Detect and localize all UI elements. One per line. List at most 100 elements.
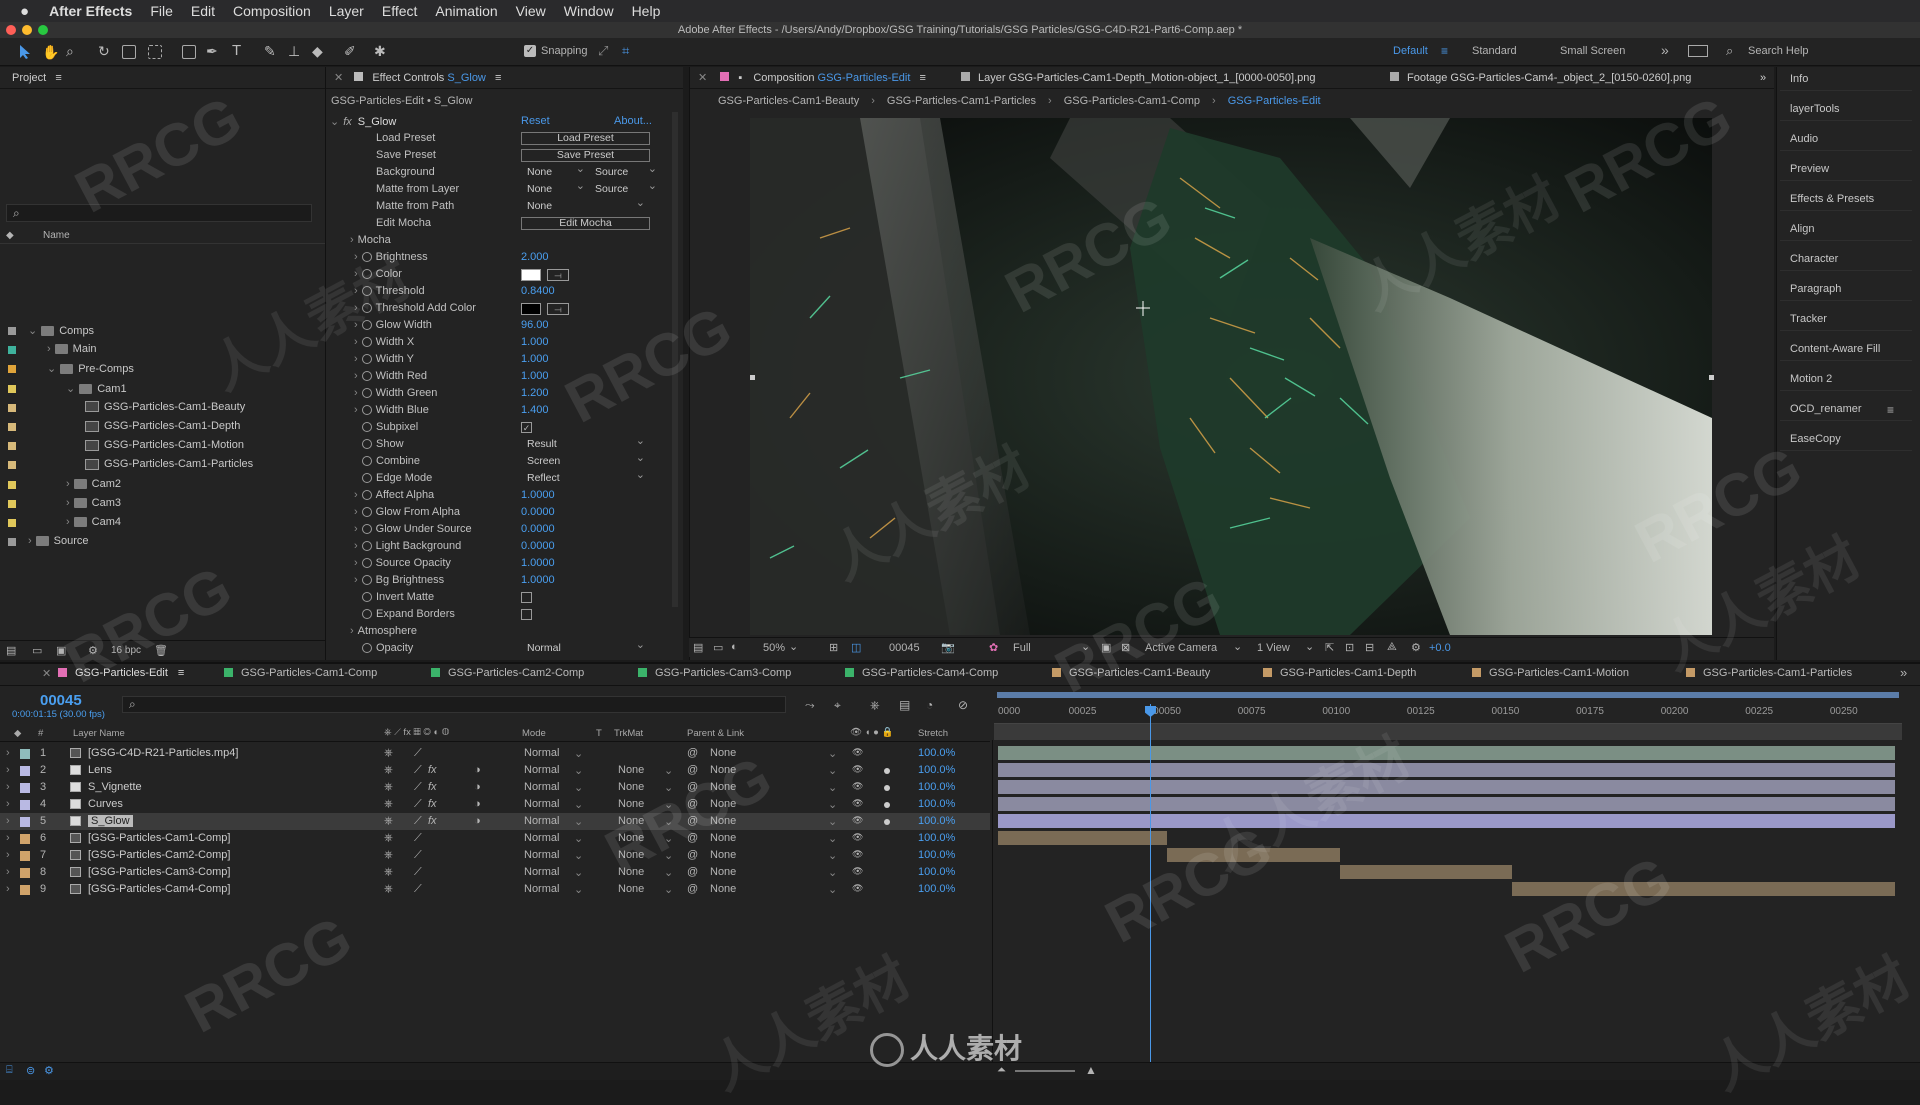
chevron-down-icon[interactable]: ⌄ [664, 815, 673, 828]
view-layout-dropdown[interactable]: 1 View [1257, 642, 1290, 654]
exposure-value[interactable]: +0.0 [1429, 642, 1451, 654]
toggle-pixel-aspect-icon[interactable]: ⇱ [1325, 641, 1334, 654]
pick-whip-icon[interactable]: @ [687, 781, 698, 793]
parent-dropdown[interactable]: None [710, 815, 736, 827]
effects-switch-icon[interactable]: fx [428, 815, 437, 827]
twirl-closed-icon[interactable]: › [6, 866, 10, 878]
fx-icon[interactable]: fx [343, 116, 352, 128]
twirl-closed-icon[interactable]: › [354, 404, 358, 416]
in-out-toggle-icon[interactable]: ⚙ [44, 1064, 54, 1077]
transfer-controls-toggle-icon[interactable]: ⊜ [26, 1064, 35, 1077]
chevron-down-icon[interactable]: ⌄ [664, 866, 673, 879]
pick-whip-icon[interactable]: @ [687, 815, 698, 827]
panel-menu-icon[interactable]: ≡ [1887, 403, 1894, 417]
stopwatch-icon[interactable] [362, 439, 372, 450]
snapping-checkbox[interactable]: ✓ [524, 45, 536, 57]
twirl-closed-icon[interactable]: › [47, 343, 51, 355]
eyedropper-icon[interactable]: ⟞ [547, 269, 569, 281]
close-window-button[interactable] [6, 25, 16, 35]
project-folder[interactable]: › Main [47, 343, 97, 355]
graph-editor-icon[interactable]: ⊘ [958, 698, 968, 712]
zoom-in-icon[interactable]: ▲ [1085, 1063, 1097, 1077]
effects-switch-icon[interactable]: fx [428, 798, 437, 810]
stopwatch-icon[interactable] [361, 541, 372, 552]
twirl-closed-icon[interactable]: › [6, 781, 10, 793]
blend-mode-dropdown[interactable]: Normal [524, 832, 559, 844]
visibility-eye-icon[interactable]: 👁 [852, 798, 863, 809]
type-tool-icon[interactable]: T [232, 42, 241, 59]
effect-param-value[interactable]: 1.400 [521, 404, 549, 416]
layer-name[interactable]: Lens [88, 764, 112, 776]
twirl-closed-icon[interactable]: › [354, 506, 358, 518]
twirl-open-icon[interactable]: ⌄ [330, 116, 339, 128]
effect-param-value[interactable]: 0.8400 [521, 285, 555, 297]
chevron-down-icon[interactable]: ⌄ [828, 764, 837, 777]
snap-edges-icon[interactable]: ⤢ [598, 43, 608, 59]
zoom-slider[interactable] [1015, 1070, 1075, 1072]
blend-mode-dropdown[interactable]: Normal [524, 798, 559, 810]
chevron-down-icon[interactable]: ⌄ [1081, 640, 1090, 653]
effect-param-value[interactable]: 2.000 [521, 251, 549, 263]
quality-switch-icon[interactable]: ⟋ [414, 781, 422, 794]
rectangle-tool-icon[interactable] [182, 45, 196, 59]
stopwatch-icon[interactable] [362, 609, 372, 620]
project-folder[interactable]: › Source [28, 535, 89, 547]
twirl-closed-icon[interactable]: › [354, 336, 358, 348]
timeline-tab[interactable]: GSG-Particles-Cam4-Comp [845, 667, 998, 679]
chevron-down-icon[interactable]: ⌄ [574, 764, 583, 777]
panel-tab-effects-presets[interactable]: Effects & Presets [1790, 193, 1874, 205]
visibility-eye-icon[interactable]: 👁 [852, 764, 863, 775]
chevron-down-icon[interactable]: ⌄ [574, 815, 583, 828]
project-folder[interactable]: ⌄ Comps [28, 324, 94, 337]
chevron-down-icon[interactable]: ⌄ [664, 832, 673, 845]
label-color-swatch[interactable] [8, 327, 16, 335]
twirl-closed-icon[interactable]: › [6, 883, 10, 895]
twirl-closed-icon[interactable]: › [66, 497, 70, 509]
layer-duration-bar[interactable] [998, 763, 1895, 777]
shy-switch-icon[interactable]: ⎈ [384, 832, 393, 845]
twirl-closed-icon[interactable]: › [6, 764, 10, 776]
label-color-swatch[interactable] [20, 749, 30, 759]
effect-param-dropdown[interactable]: None [527, 162, 587, 179]
twirl-open-icon[interactable]: ⌄ [47, 363, 56, 375]
label-column-icon[interactable]: ◆ [14, 728, 21, 739]
track-matte-dropdown[interactable]: None [618, 798, 644, 810]
panel-tab-tracker[interactable]: Tracker [1790, 313, 1827, 325]
twirl-closed-icon[interactable]: › [66, 478, 70, 490]
layer-viewer-tab[interactable]: Layer GSG-Particles-Cam1-Depth_Motion-ob… [961, 67, 1316, 89]
solo-dot-icon[interactable] [884, 802, 890, 808]
shy-switch-icon[interactable]: ⎈ [384, 781, 393, 794]
visibility-eye-icon[interactable]: 👁 [852, 815, 863, 826]
layer-row[interactable]: › 4 Curves ⎈ ⟋ fx ◑ Normal ⌄ None ⌄ @ None ⌄ 👁 100.0% [0, 796, 990, 813]
shy-switch-icon[interactable]: ⎈ [384, 866, 393, 879]
panel-tab-align[interactable]: Align [1790, 223, 1814, 235]
timeline-tab[interactable]: GSG-Particles-Cam3-Comp [638, 667, 791, 679]
layer-row[interactable]: › 1 [GSG-C4D-R21-Particles.mp4] ⎈ ⟋ Normal ⌄ @ N… [0, 745, 990, 762]
chevron-down-icon[interactable]: ⌄ [664, 781, 673, 794]
draft-3d-icon[interactable]: ⌖ [834, 698, 841, 713]
label-color-swatch[interactable] [20, 817, 30, 827]
pick-whip-icon[interactable]: @ [687, 747, 698, 759]
stretch-value[interactable]: 100.0% [918, 747, 955, 759]
layer-row[interactable]: › 5 S_Glow ⎈ ⟋ fx ◑ Normal ⌄ None ⌄ @ None ⌄ 👁 100.0% [0, 813, 990, 830]
chevron-down-icon[interactable]: ⌄ [574, 747, 583, 760]
stretch-value[interactable]: 100.0% [918, 764, 955, 776]
new-comp-icon[interactable]: ▣ [56, 644, 66, 657]
playhead-line[interactable] [1150, 704, 1151, 1067]
vr-icon[interactable]: ▭ [713, 641, 723, 654]
chevron-down-icon[interactable]: ⌄ [574, 781, 583, 794]
effect-param-checkbox[interactable] [521, 609, 532, 620]
chevron-down-icon[interactable]: ⌄ [828, 747, 837, 760]
blend-mode-dropdown[interactable]: Normal [524, 866, 559, 878]
solo-dot-icon[interactable] [884, 819, 890, 825]
effect-param-dropdown[interactable]: None [527, 179, 587, 196]
minimize-window-button[interactable] [22, 25, 32, 35]
chevron-down-icon[interactable]: ⌄ [574, 832, 583, 845]
stopwatch-icon[interactable] [362, 422, 372, 433]
exposure-reset-icon[interactable]: ⚙ [1411, 641, 1421, 654]
breadcrumb-item[interactable]: GSG-Particles-Cam1-Beauty [718, 95, 859, 107]
label-color-swatch[interactable] [8, 442, 16, 451]
chevron-down-icon[interactable]: ⌄ [828, 815, 837, 828]
label-color-swatch[interactable] [20, 868, 30, 878]
visibility-eye-icon[interactable]: 👁 [852, 849, 863, 860]
